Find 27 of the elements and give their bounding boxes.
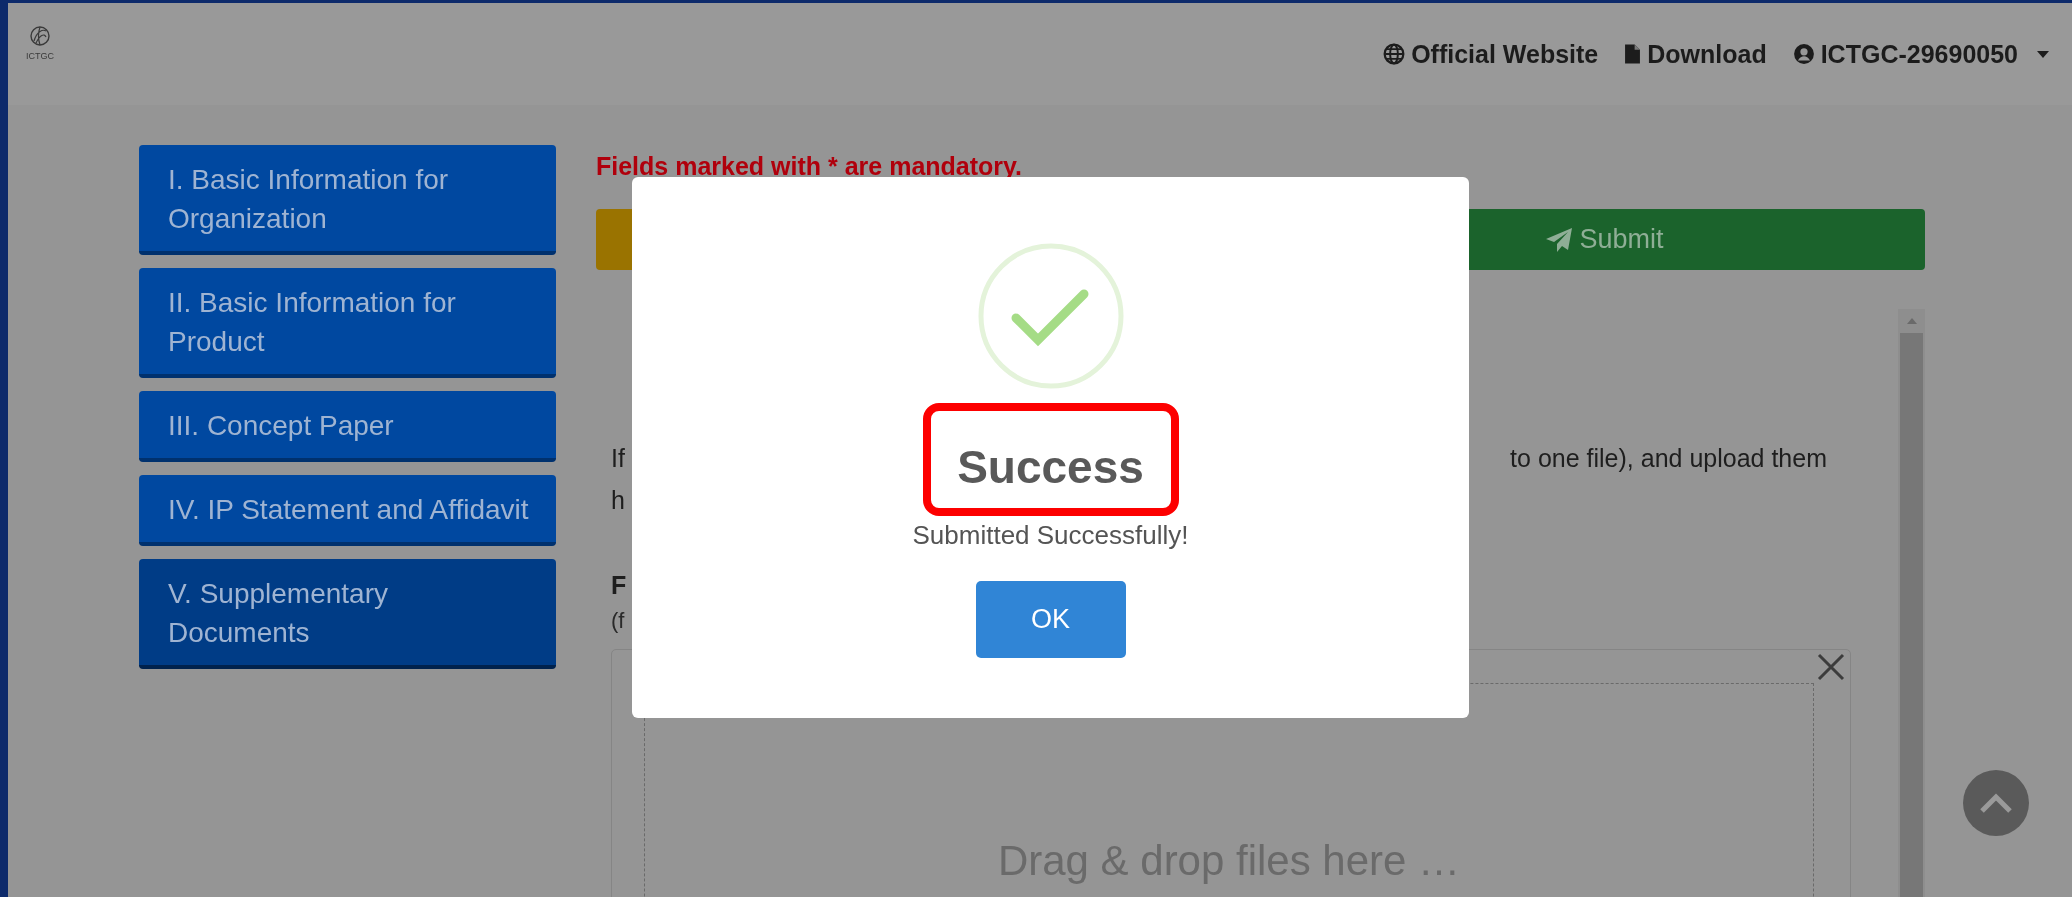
sidebar-item[interactable]: III. Concept Paper [139, 391, 556, 462]
scroll-up-icon [1905, 317, 1918, 325]
field-hint: (f [611, 607, 625, 635]
user-icon [1792, 43, 1815, 65]
ok-button[interactable]: OK [975, 581, 1126, 658]
field-label: F [611, 570, 627, 601]
header-link[interactable]: Official Website [1383, 39, 1599, 69]
mandatory-notice: Fields marked with * are mandatory. [596, 151, 1023, 182]
chevron-up-icon [1979, 792, 2013, 814]
paragraph-text: h [611, 485, 625, 516]
sidebar-item[interactable]: IV. IP Statement and Affidavit [139, 475, 556, 546]
sidebar-item[interactable]: V. Supplementary Documents [139, 559, 556, 669]
logo-text: ICTGC [26, 51, 54, 61]
header-link[interactable]: ICTGC-29690050 [1792, 39, 2050, 69]
success-check-icon [977, 243, 1124, 389]
paper-plane-icon [1545, 226, 1574, 253]
dialog-title: Success [957, 439, 1144, 494]
scrollbar[interactable] [1898, 309, 1925, 897]
close-icon[interactable] [1816, 652, 1846, 682]
sidebar-item[interactable]: I. Basic Information for Organization [139, 145, 556, 255]
sidebar-item[interactable]: II. Basic Information for Product [139, 268, 556, 378]
paragraph-text: If [611, 443, 625, 474]
paragraph-text: to one file), and upload them [1510, 443, 1827, 474]
dialog-message: Submitted Successfully! [912, 520, 1189, 551]
file-icon [1624, 43, 1642, 65]
globe-icon [1383, 43, 1406, 65]
header-link[interactable]: Download [1624, 39, 1767, 69]
